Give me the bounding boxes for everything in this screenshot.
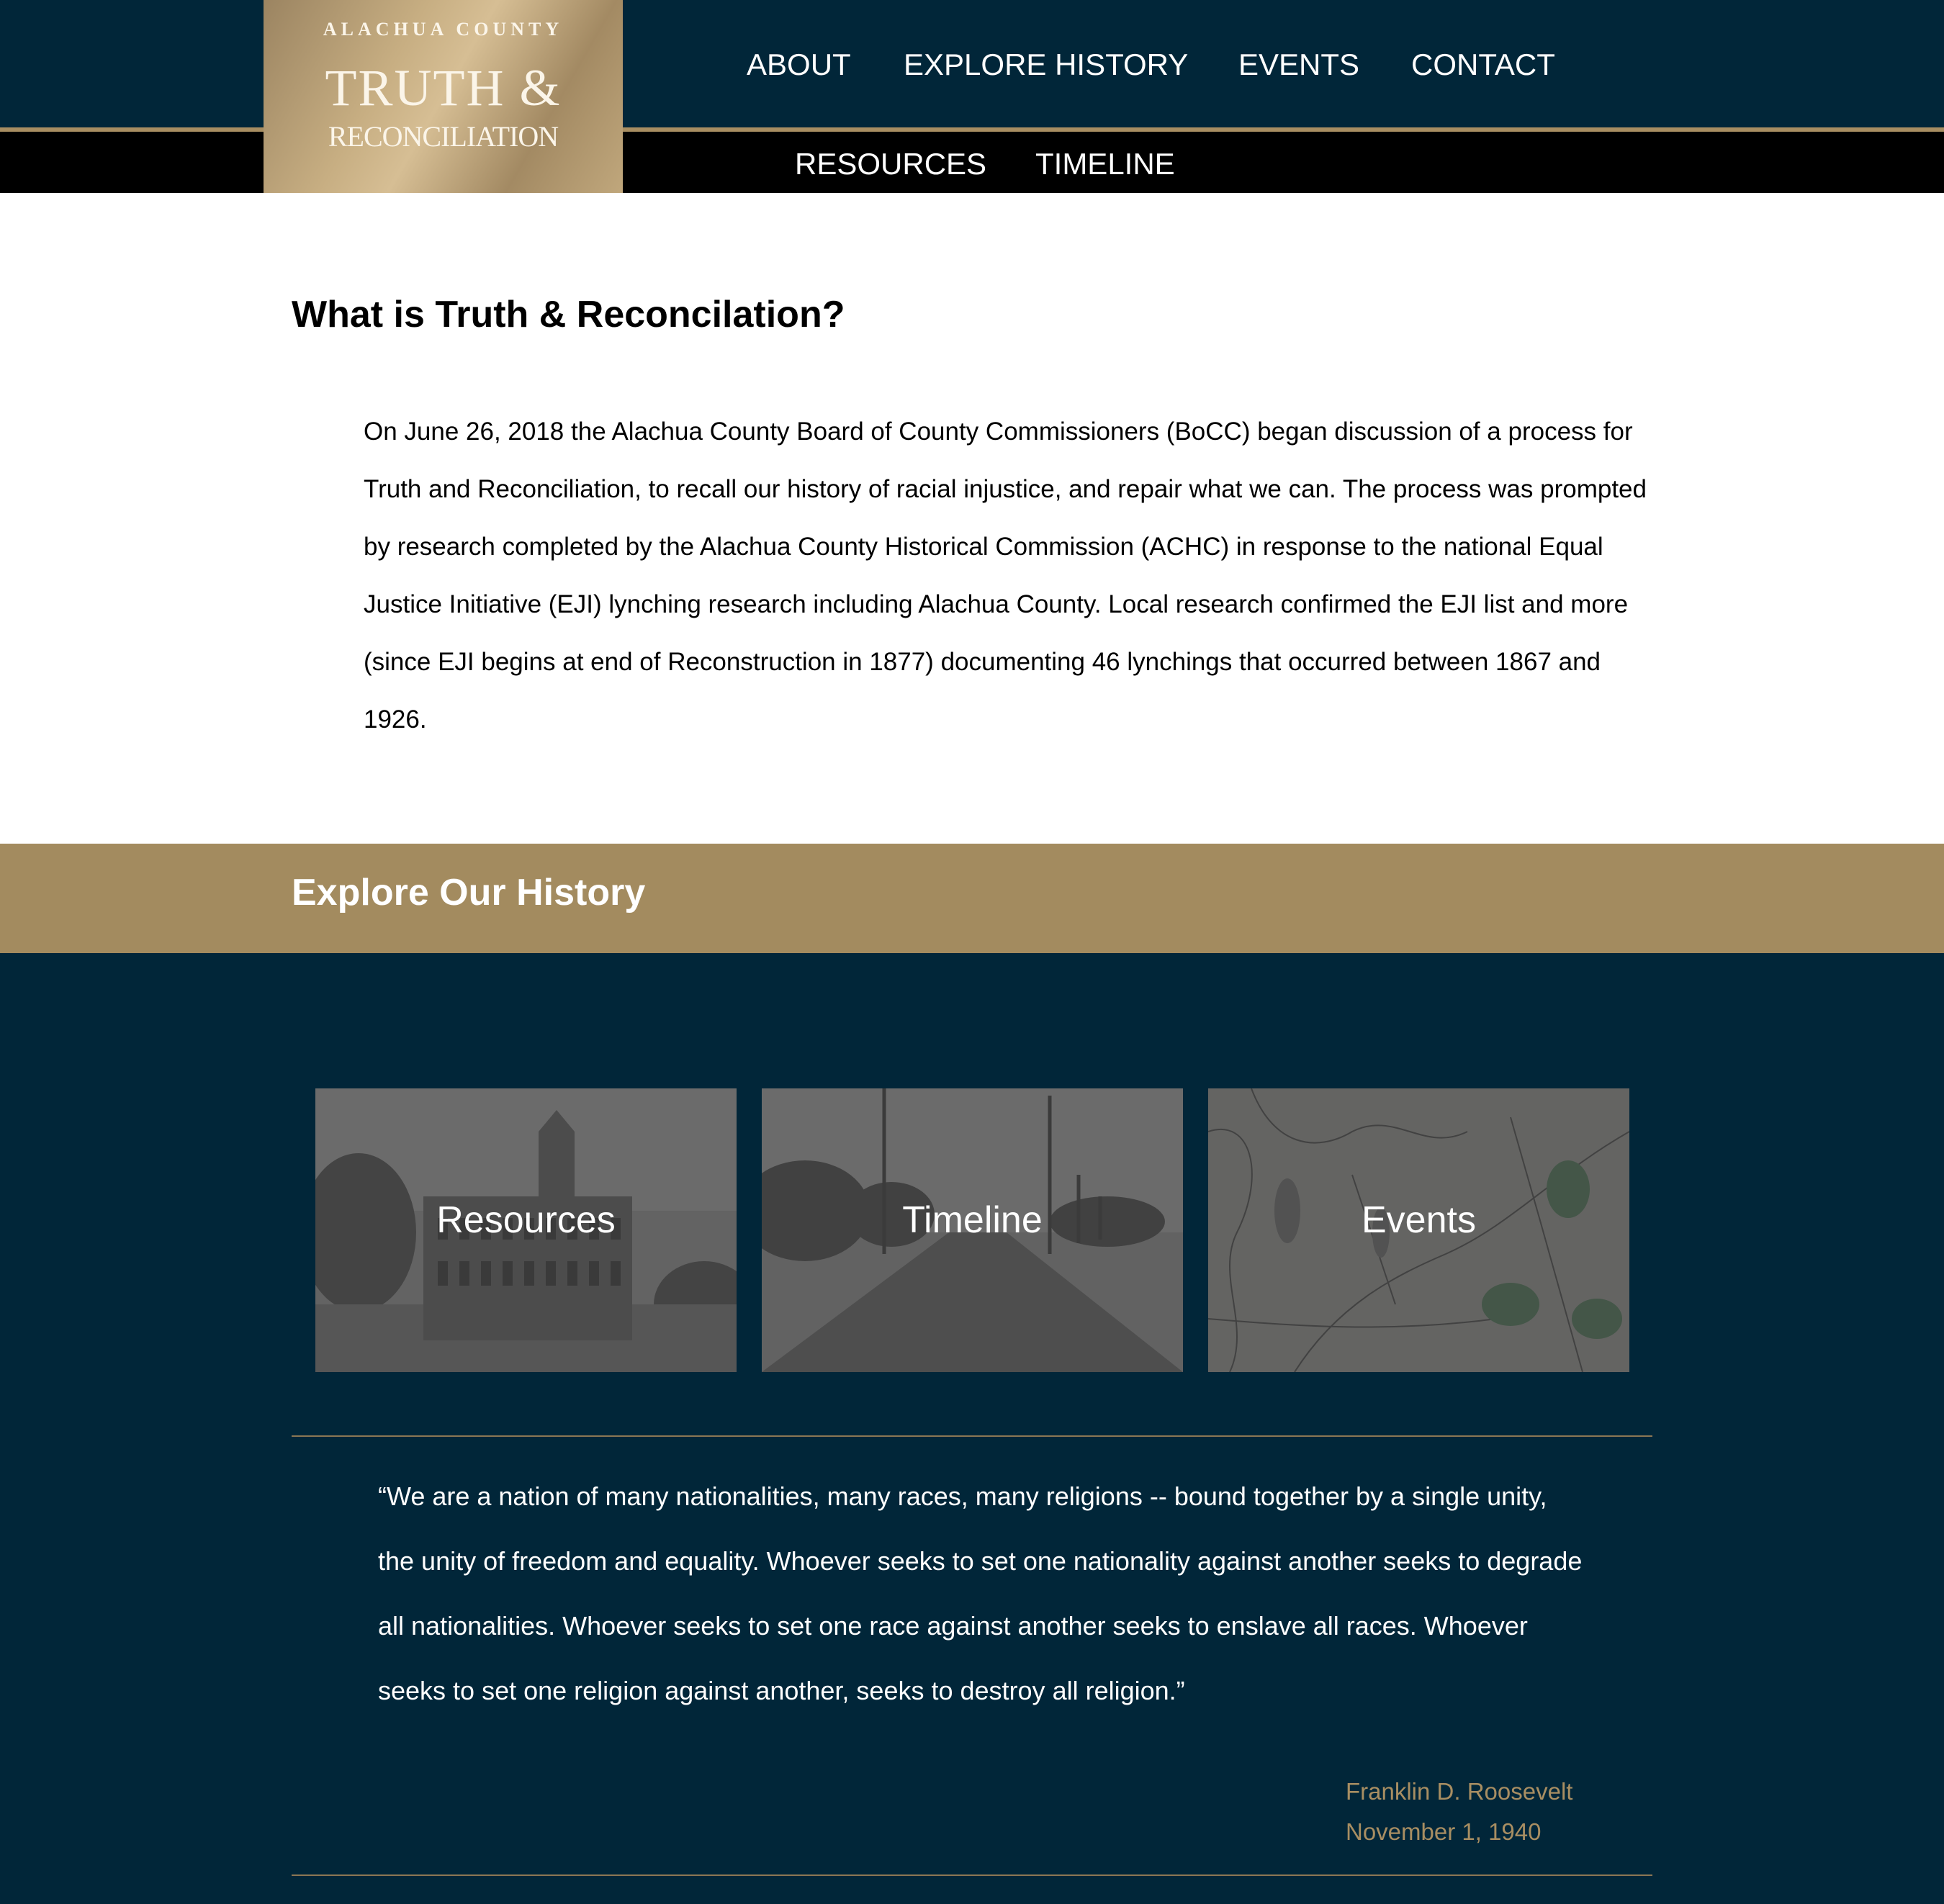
events-card-label: Events [1362, 1199, 1476, 1241]
quote-top-rule [292, 1435, 1652, 1437]
quote-text: “We are a nation of many nationalities, … [378, 1481, 1583, 1705]
logo-reconciliation-text: RECONCILIATION [328, 120, 559, 153]
explore-heading: Explore Our History [292, 872, 646, 913]
quote-date: November 1, 1940 [1346, 1818, 1542, 1845]
site-logo[interactable]: ALACHUA COUNTY TRUTH & RECONCILIATION [264, 0, 623, 193]
nav-contact[interactable]: CONTACT [1411, 48, 1555, 82]
quote-author: Franklin D. Roosevelt [1346, 1778, 1573, 1805]
resources-card[interactable]: Resources [315, 1088, 737, 1372]
intro-paragraph: On June 26, 2018 the Alachua County Boar… [364, 418, 1647, 734]
logo-county-text: ALACHUA COUNTY [323, 19, 564, 40]
nav-explore-history[interactable]: EXPLORE HISTORY [904, 48, 1188, 82]
quote-bottom-rule [292, 1874, 1652, 1876]
resources-card-label: Resources [436, 1199, 616, 1241]
nav-resources[interactable]: RESOURCES [795, 147, 986, 181]
events-card[interactable]: Events [1208, 1088, 1629, 1372]
intro-heading: What is Truth & Reconcilation? [292, 294, 845, 335]
timeline-card-label: Timeline [902, 1199, 1043, 1241]
nav-timeline[interactable]: TIMELINE [1035, 147, 1175, 181]
nav-about[interactable]: ABOUT [747, 48, 851, 82]
nav-events[interactable]: EVENTS [1238, 48, 1359, 82]
logo-truth-text: TRUTH & [325, 59, 562, 117]
timeline-card[interactable]: Timeline [762, 1088, 1183, 1372]
